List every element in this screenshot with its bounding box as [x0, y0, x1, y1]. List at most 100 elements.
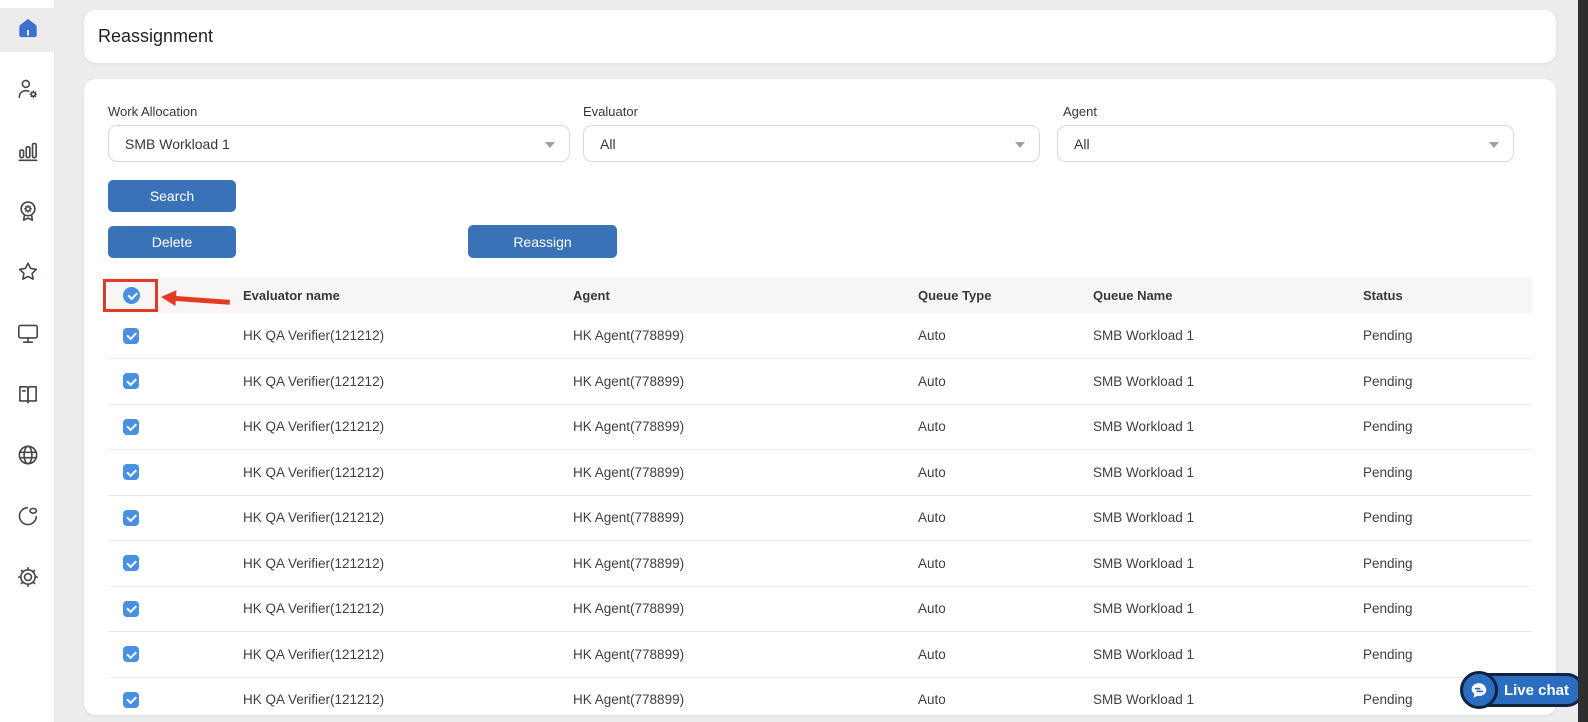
- sidebar: [0, 0, 55, 722]
- cell-queue-name: SMB Workload 1: [1083, 495, 1353, 541]
- cell-evaluator: HK QA Verifier(121212): [233, 495, 563, 541]
- chevron-down-icon: [545, 142, 555, 148]
- home-icon: [15, 15, 41, 46]
- delete-button[interactable]: Delete: [108, 226, 236, 258]
- agent-label: Agent: [1063, 104, 1097, 119]
- live-chat-widget[interactable]: Live chat: [1404, 661, 1584, 709]
- work-allocation-value: SMB Workload 1: [125, 135, 230, 152]
- row-checkbox[interactable]: [123, 555, 139, 572]
- cell-queue-type: Auto: [908, 449, 1083, 496]
- row-checkbox[interactable]: [123, 600, 139, 617]
- search-button[interactable]: Search: [108, 180, 236, 212]
- cell-queue-name: SMB Workload 1: [1083, 586, 1353, 632]
- globe-icon: [15, 442, 41, 473]
- cell-agent: HK Agent(778899): [563, 358, 908, 405]
- cell-agent: HK Agent(778899): [563, 631, 908, 678]
- cell-status: Pending: [1353, 358, 1532, 405]
- cell-agent: HK Agent(778899): [563, 404, 908, 450]
- bar-chart-icon: [15, 137, 41, 168]
- chat-bubble-icon[interactable]: [1460, 671, 1498, 709]
- cell-evaluator: HK QA Verifier(121212): [233, 358, 563, 405]
- row-checkbox[interactable]: [123, 418, 139, 435]
- pie-chart-icon: [15, 503, 41, 534]
- scrollbar-track[interactable]: [1578, 0, 1588, 722]
- row-checkbox[interactable]: [123, 509, 139, 526]
- row-checkbox[interactable]: [123, 464, 139, 481]
- cell-status: Pending: [1353, 313, 1532, 359]
- star-icon: [15, 259, 41, 290]
- sidebar-item-bar-chart[interactable]: [0, 130, 55, 174]
- select-all-checkbox[interactable]: [123, 286, 140, 304]
- cell-agent: HK Agent(778899): [563, 677, 908, 715]
- sidebar-item-monitor[interactable]: [0, 313, 55, 357]
- cell-queue-name: SMB Workload 1: [1083, 404, 1353, 450]
- table-row: HK QA Verifier(121212) HK Agent(778899) …: [108, 540, 1532, 587]
- content-card: Work Allocation Evaluator Agent SMB Work…: [84, 79, 1556, 715]
- sidebar-item-pie-chart[interactable]: [0, 496, 55, 540]
- cell-evaluator: HK QA Verifier(121212): [233, 540, 563, 587]
- cell-queue-type: Auto: [908, 495, 1083, 541]
- gear-icon: [15, 564, 41, 595]
- cell-agent: HK Agent(778899): [563, 449, 908, 496]
- cell-queue-name: SMB Workload 1: [1083, 677, 1353, 715]
- row-checkbox[interactable]: [123, 646, 139, 663]
- reassign-button[interactable]: Reassign: [468, 225, 617, 258]
- evaluator-value: All: [600, 135, 616, 152]
- sidebar-item-gear[interactable]: [0, 557, 55, 601]
- cell-evaluator: HK QA Verifier(121212): [233, 404, 563, 450]
- live-chat-label: Live chat: [1503, 681, 1569, 699]
- cell-status: Pending: [1353, 404, 1532, 450]
- chevron-down-icon: [1489, 142, 1499, 148]
- table-row: HK QA Verifier(121212) HK Agent(778899) …: [108, 404, 1532, 450]
- quality-badge-icon: [15, 198, 41, 229]
- evaluator-dropdown[interactable]: All: [583, 125, 1040, 162]
- cell-agent: HK Agent(778899): [563, 586, 908, 632]
- table-row: HK QA Verifier(121212) HK Agent(778899) …: [108, 358, 1532, 405]
- table-row: HK QA Verifier(121212) HK Agent(778899) …: [108, 677, 1532, 715]
- table-row: HK QA Verifier(121212) HK Agent(778899) …: [108, 495, 1532, 541]
- page-title: Reassignment: [98, 26, 214, 46]
- agent-dropdown[interactable]: All: [1057, 125, 1514, 162]
- cell-queue-type: Auto: [908, 586, 1083, 632]
- cell-queue-type: Auto: [908, 404, 1083, 450]
- table-body: HK QA Verifier(121212) HK Agent(778899) …: [108, 313, 1532, 715]
- column-header-agent: Agent: [563, 277, 908, 313]
- cell-evaluator: HK QA Verifier(121212): [233, 586, 563, 632]
- evaluator-label: Evaluator: [583, 104, 638, 119]
- cell-evaluator: HK QA Verifier(121212): [233, 631, 563, 678]
- cell-evaluator: HK QA Verifier(121212): [233, 313, 563, 359]
- cell-evaluator: HK QA Verifier(121212): [233, 677, 563, 715]
- row-checkbox[interactable]: [123, 691, 139, 708]
- sidebar-item-home[interactable]: [0, 8, 55, 52]
- sidebar-item-book[interactable]: [0, 374, 55, 418]
- cell-queue-type: Auto: [908, 677, 1083, 715]
- sidebar-item-globe[interactable]: [0, 435, 55, 479]
- reassignment-table: Evaluator name Agent Queue Type Queue Na…: [108, 277, 1532, 715]
- row-checkbox[interactable]: [123, 373, 139, 390]
- table-row: HK QA Verifier(121212) HK Agent(778899) …: [108, 631, 1532, 678]
- table-row: HK QA Verifier(121212) HK Agent(778899) …: [108, 449, 1532, 496]
- cell-queue-name: SMB Workload 1: [1083, 540, 1353, 587]
- sidebar-item-star[interactable]: [0, 252, 55, 296]
- cell-evaluator: HK QA Verifier(121212): [233, 449, 563, 496]
- sidebar-item-user-settings[interactable]: [0, 69, 55, 113]
- table-row: HK QA Verifier(121212) HK Agent(778899) …: [108, 313, 1532, 359]
- work-allocation-dropdown[interactable]: SMB Workload 1: [108, 125, 570, 162]
- monitor-icon: [15, 320, 41, 351]
- column-header-evaluator: Evaluator name: [233, 277, 563, 313]
- cell-queue-type: Auto: [908, 631, 1083, 678]
- cell-agent: HK Agent(778899): [563, 495, 908, 541]
- table-row: HK QA Verifier(121212) HK Agent(778899) …: [108, 586, 1532, 632]
- cell-queue-name: SMB Workload 1: [1083, 631, 1353, 678]
- cell-agent: HK Agent(778899): [563, 313, 908, 359]
- cell-status: Pending: [1353, 495, 1532, 541]
- row-checkbox[interactable]: [123, 327, 139, 344]
- sidebar-item-quality-badge[interactable]: [0, 191, 55, 235]
- work-allocation-label: Work Allocation: [108, 104, 198, 119]
- cell-status: Pending: [1353, 449, 1532, 496]
- cell-queue-type: Auto: [908, 540, 1083, 587]
- table-header-row: Evaluator name Agent Queue Type Queue Na…: [108, 277, 1532, 313]
- cell-queue-type: Auto: [908, 313, 1083, 359]
- cell-queue-type: Auto: [908, 358, 1083, 405]
- cell-queue-name: SMB Workload 1: [1083, 449, 1353, 496]
